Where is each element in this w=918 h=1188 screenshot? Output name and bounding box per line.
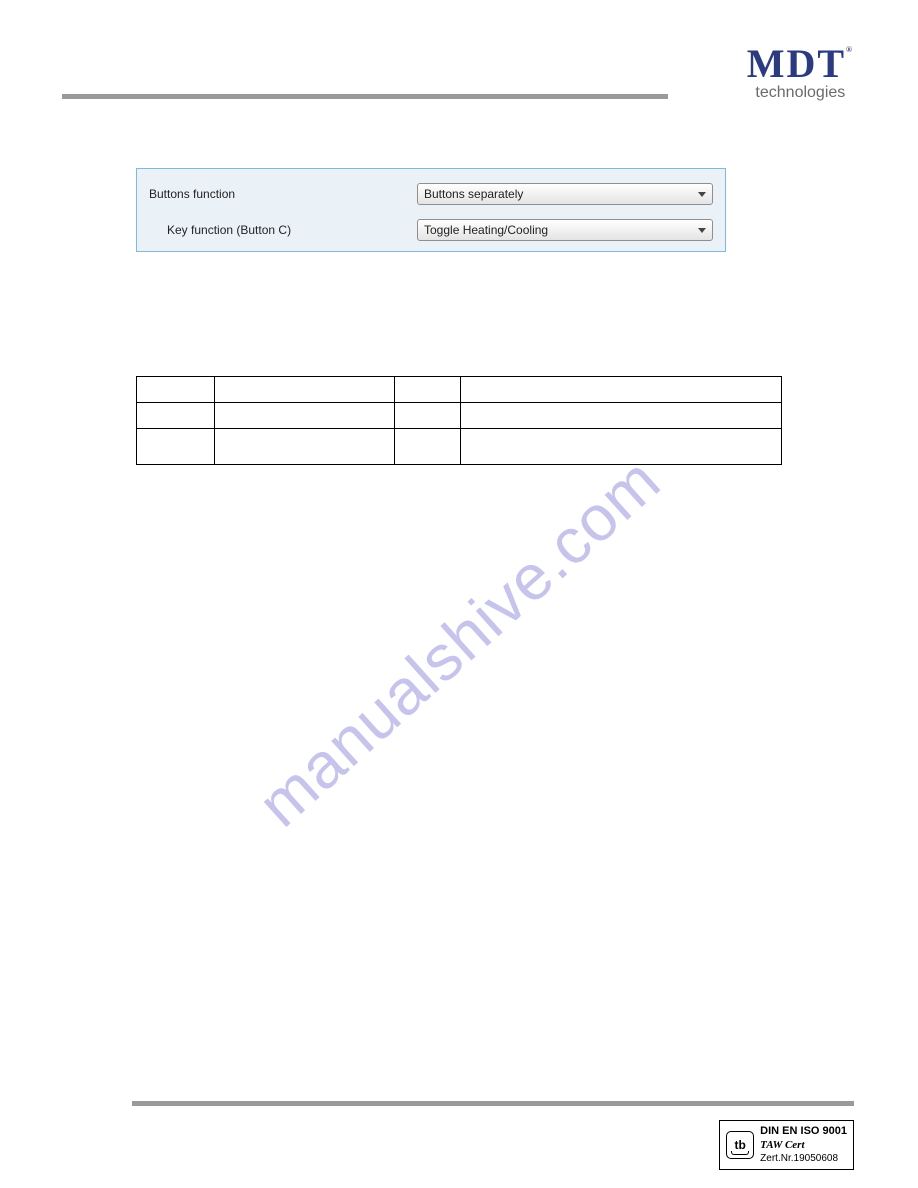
cert-text: DIN EN ISO 9001 TAW Cert Zert.Nr.1905060… bbox=[760, 1125, 847, 1165]
cert-icon: tb bbox=[726, 1131, 754, 1159]
cert-line2b: Cert bbox=[785, 1139, 805, 1151]
setting-row-buttons-function: Buttons function Buttons separately bbox=[149, 179, 713, 209]
chevron-down-icon bbox=[698, 192, 706, 197]
table-cell bbox=[215, 377, 395, 403]
data-table bbox=[136, 376, 782, 465]
cert-line2: TAW Cert bbox=[760, 1139, 847, 1153]
certification-badge: tb DIN EN ISO 9001 TAW Cert Zert.Nr.1905… bbox=[719, 1120, 854, 1170]
table-row bbox=[137, 403, 782, 429]
registered-mark-icon: ® bbox=[846, 45, 854, 54]
table-cell bbox=[461, 377, 782, 403]
logo-text: MDT® bbox=[747, 46, 854, 82]
chevron-down-icon bbox=[698, 228, 706, 233]
table-cell bbox=[395, 377, 461, 403]
table-cell bbox=[137, 429, 215, 465]
logo-letters: MDT bbox=[747, 41, 846, 86]
watermark-text: manualshive.com bbox=[244, 442, 675, 840]
table-cell bbox=[461, 429, 782, 465]
cert-line2a: TAW bbox=[760, 1139, 785, 1151]
select-buttons-function[interactable]: Buttons separately bbox=[417, 183, 713, 205]
logo-subtext: technologies bbox=[747, 84, 854, 102]
footer-divider bbox=[132, 1101, 854, 1106]
settings-panel: Buttons function Buttons separately Key … bbox=[136, 168, 726, 252]
table-cell bbox=[395, 429, 461, 465]
cert-icon-text: tb bbox=[735, 1138, 746, 1153]
brand-logo: MDT® technologies bbox=[747, 46, 854, 102]
cert-line1: DIN EN ISO 9001 bbox=[760, 1125, 847, 1139]
table-cell bbox=[395, 403, 461, 429]
label-key-function: Key function (Button C) bbox=[149, 223, 409, 237]
header-divider bbox=[62, 94, 668, 99]
select-buttons-function-value: Buttons separately bbox=[424, 187, 523, 201]
select-key-function[interactable]: Toggle Heating/Cooling bbox=[417, 219, 713, 241]
table-cell bbox=[137, 377, 215, 403]
label-buttons-function: Buttons function bbox=[149, 187, 409, 201]
table-cell bbox=[215, 429, 395, 465]
select-key-function-value: Toggle Heating/Cooling bbox=[424, 223, 548, 237]
setting-row-key-function: Key function (Button C) Toggle Heating/C… bbox=[149, 215, 713, 245]
table-row bbox=[137, 429, 782, 465]
table-row bbox=[137, 377, 782, 403]
cert-line3: Zert.Nr.19050608 bbox=[760, 1153, 847, 1166]
table-cell bbox=[215, 403, 395, 429]
table-cell bbox=[461, 403, 782, 429]
table-cell bbox=[137, 403, 215, 429]
